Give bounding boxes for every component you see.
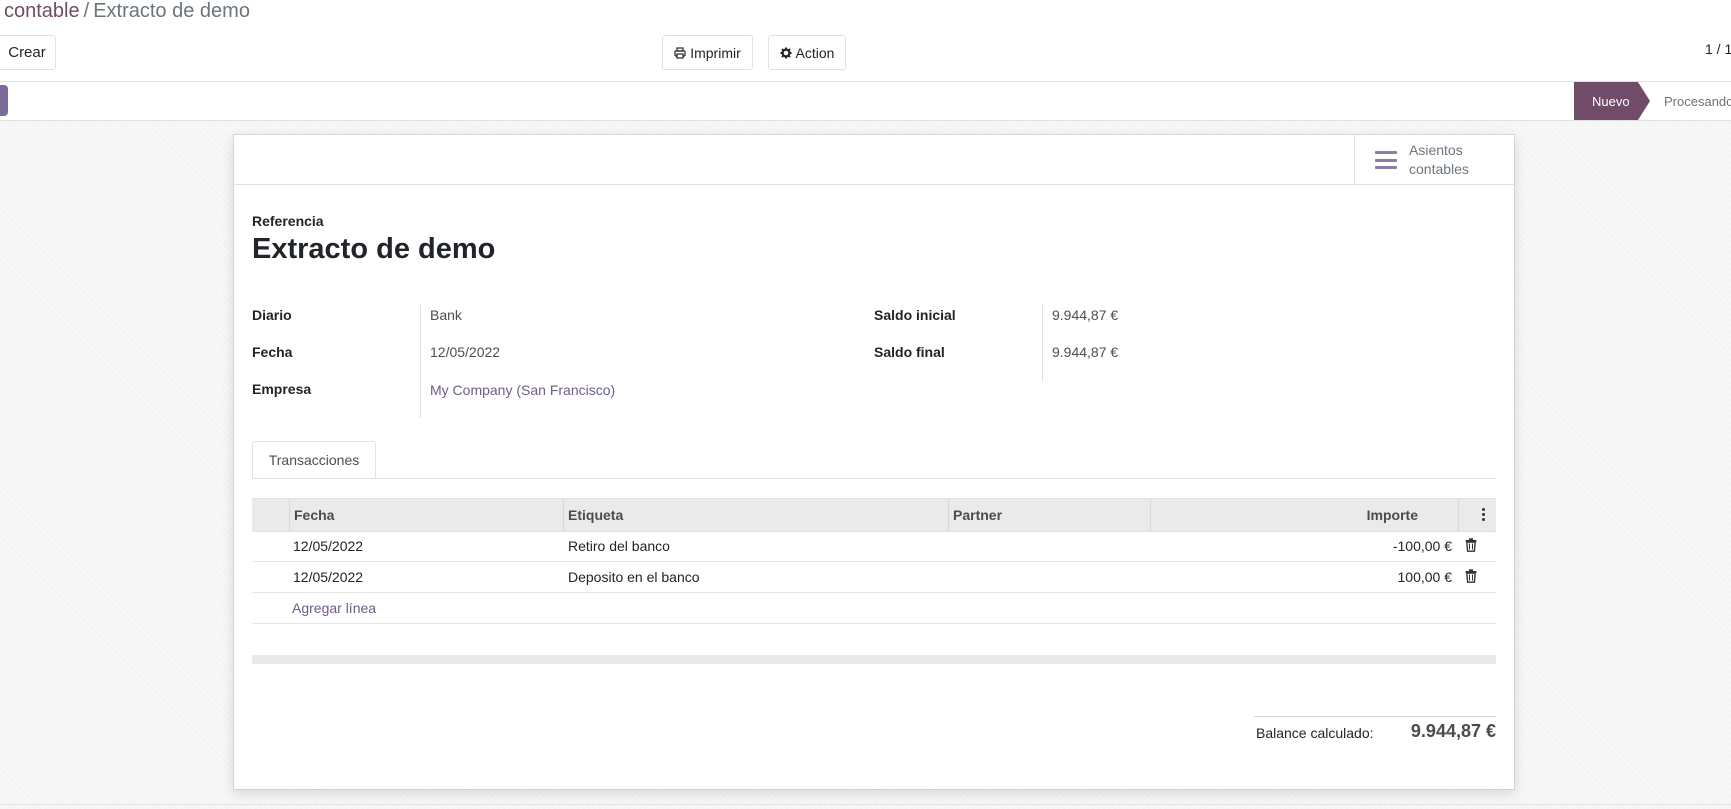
add-line-row: Agregar línea	[252, 593, 1496, 624]
reference-label: Referencia	[252, 213, 324, 229]
print-button-label: Imprimir	[690, 44, 741, 61]
column-header-label[interactable]: Etiqueta	[568, 499, 623, 531]
row-date: 12/05/2022	[293, 569, 364, 585]
bars-icon	[1375, 151, 1397, 169]
opening-balance-label: Saldo inicial	[874, 307, 956, 323]
breadcrumb: contable / Extracto de demo	[4, 0, 250, 22]
gear-icon	[780, 47, 792, 58]
breadcrumb-current: Extracto de demo	[93, 0, 250, 22]
computed-balance-value: 9.944,87 €	[1410, 721, 1496, 741]
stage-new[interactable]: Nuevo	[1574, 82, 1638, 120]
bottom-divider	[0, 804, 1731, 805]
stage-new-label: Nuevo	[1592, 93, 1630, 109]
column-separator	[948, 499, 949, 531]
journal-label: Diario	[252, 307, 292, 323]
row-label: Retiro del banco	[568, 538, 670, 554]
column-separator	[289, 499, 290, 531]
column-separator	[1150, 499, 1151, 531]
total-divider	[1254, 716, 1496, 717]
form-sheet: Asientos contables Referencia Extracto d…	[233, 134, 1515, 790]
stage-arrow	[1638, 82, 1650, 120]
breadcrumb-separator: /	[83, 0, 90, 22]
right-group-divider	[1042, 305, 1043, 381]
journal-value[interactable]: Bank	[430, 307, 462, 323]
computed-balance-label: Balance calculado:	[1256, 725, 1374, 741]
closing-balance-value[interactable]: 9.944,87 €	[1052, 344, 1118, 360]
date-label: Fecha	[252, 344, 293, 360]
left-group-divider	[420, 305, 421, 418]
create-button[interactable]: Crear	[0, 35, 56, 70]
table-row[interactable]: 12/05/2022 Retiro del banco -100,00 €	[252, 531, 1496, 562]
trash-icon[interactable]	[1465, 569, 1477, 583]
column-separator	[1458, 499, 1459, 531]
print-icon	[674, 46, 686, 59]
tab-transactions[interactable]: Transacciones	[252, 441, 376, 478]
column-separator	[563, 499, 564, 531]
action-button[interactable]: Action	[768, 35, 846, 70]
statusbar: Nuevo Procesando	[0, 81, 1731, 121]
create-button-label: Crear	[8, 44, 46, 61]
column-header-amount[interactable]: Importe	[1155, 499, 1418, 531]
smart-button-line2: contables	[1409, 161, 1469, 177]
smart-button-line1: Asientos	[1409, 142, 1463, 158]
breadcrumb-parent-link[interactable]: contable	[4, 0, 80, 22]
tab-transactions-label: Transacciones	[268, 451, 360, 468]
row-date: 12/05/2022	[293, 538, 364, 554]
trash-icon[interactable]	[1465, 538, 1477, 552]
horizontal-scrollbar[interactable]	[252, 655, 1496, 664]
date-value[interactable]: 12/05/2022	[430, 344, 500, 360]
record-title[interactable]: Extracto de demo	[252, 233, 495, 266]
button-box: Asientos contables	[234, 135, 1514, 185]
closing-balance-label: Saldo final	[874, 344, 945, 360]
row-label: Deposito en el banco	[568, 569, 700, 585]
column-header-date[interactable]: Fecha	[294, 499, 334, 531]
journal-entries-smart-button[interactable]: Asientos contables	[1354, 135, 1514, 185]
tab-underline	[252, 478, 1496, 479]
pager-value[interactable]: 1 / 1	[1705, 41, 1731, 57]
optional-columns-icon[interactable]	[1482, 508, 1485, 522]
add-line-link[interactable]: Agregar línea	[292, 593, 376, 623]
column-header-partner[interactable]: Partner	[953, 499, 1002, 531]
table-row[interactable]: 12/05/2022 Deposito en el banco 100,00 €	[252, 562, 1496, 593]
table-header: Fecha Etiqueta Partner Importe	[252, 498, 1496, 532]
row-amount: -100,00 €	[1392, 538, 1452, 554]
stage-processing[interactable]: Procesando	[1664, 82, 1731, 120]
print-button[interactable]: Imprimir	[662, 35, 753, 70]
row-amount: 100,00 €	[1397, 569, 1453, 585]
opening-balance-value[interactable]: 9.944,87 €	[1052, 307, 1118, 323]
company-label: Empresa	[252, 381, 312, 397]
company-link[interactable]: My Company (San Francisco)	[430, 382, 615, 398]
statusbar-handle[interactable]	[0, 85, 8, 116]
action-button-label: Action	[795, 44, 835, 61]
stage-processing-label: Procesando	[1664, 93, 1731, 109]
